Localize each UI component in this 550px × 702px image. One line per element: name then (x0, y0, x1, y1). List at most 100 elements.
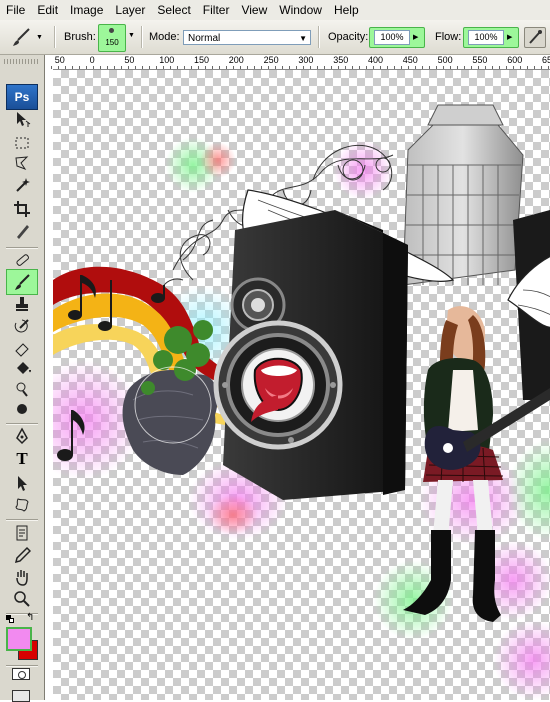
crop-icon (14, 201, 30, 217)
menu-view[interactable]: View (235, 0, 273, 20)
marquee-tool[interactable] (12, 134, 32, 152)
separator (141, 26, 143, 48)
opacity-slider-arrow-icon[interactable]: ▶ (413, 33, 418, 41)
mode-value: Normal (188, 33, 221, 44)
menu-filter[interactable]: Filter (197, 0, 236, 20)
eyedropper-tool[interactable] (12, 546, 32, 564)
slice-icon (17, 225, 29, 239)
notes-tool[interactable] (12, 524, 32, 542)
menu-image[interactable]: Image (64, 0, 109, 20)
separator (318, 26, 320, 48)
opacity-control[interactable]: 100% ▶ (369, 27, 425, 48)
type-tool[interactable]: T (12, 449, 32, 468)
foreground-color-swatch[interactable] (6, 627, 32, 651)
opacity-label: Opacity: (328, 31, 369, 43)
menu-help[interactable]: Help (328, 0, 365, 20)
document-canvas[interactable] (53, 70, 550, 700)
paint-bucket-icon (17, 362, 31, 374)
chevron-down-icon: ▼ (299, 34, 307, 43)
ruler-label: 600 (507, 55, 523, 65)
toolbox-divider (6, 247, 38, 249)
brush-size-picker[interactable]: 150 (98, 24, 126, 52)
menu-select[interactable]: Select (151, 0, 196, 20)
flow-slider-arrow-icon[interactable]: ▶ (507, 33, 512, 41)
brush-label: Brush: (64, 31, 96, 43)
ruler-label: 450 (402, 55, 418, 65)
ruler-label: 400 (368, 55, 384, 65)
custom-shape-tool[interactable] (12, 496, 32, 514)
history-brush-icon (14, 319, 29, 333)
mode-select[interactable]: Normal ▼ (183, 30, 311, 45)
flow-control[interactable]: 100% ▶ (463, 27, 519, 48)
toolbox-grip[interactable] (4, 59, 40, 64)
quick-mask-icon (18, 671, 26, 679)
lasso-tool[interactable] (12, 154, 32, 172)
screen-mode-button[interactable] (12, 690, 30, 702)
default-colors-icon[interactable] (6, 615, 14, 623)
path-selection-tool[interactable] (12, 474, 32, 492)
ruler-label: 150 (194, 55, 210, 65)
menu-layer[interactable]: Layer (109, 0, 151, 20)
ruler-horizontal[interactable]: 1005005010015020025030035040045050055060… (44, 55, 550, 70)
artwork (53, 104, 550, 700)
ruler-label: 650 (542, 55, 550, 65)
menu-edit[interactable]: Edit (31, 0, 64, 20)
crop-tool[interactable] (12, 200, 32, 218)
brush-picker-arrow-icon[interactable]: ▼ (128, 32, 135, 39)
standard-mode-button[interactable] (12, 668, 30, 680)
options-bar-grip[interactable] (2, 24, 6, 50)
menu-window[interactable]: Window (273, 0, 328, 20)
brush-icon (13, 28, 30, 46)
airbrush-toggle[interactable] (524, 27, 546, 48)
blur-icon (17, 404, 27, 414)
dodge-icon (16, 382, 28, 397)
pen-tool[interactable] (12, 427, 32, 445)
move-icon (17, 112, 31, 127)
tool-preset-picker[interactable]: ▼ (10, 24, 48, 50)
paint-bucket-tool[interactable] (12, 359, 32, 377)
notes-icon (16, 525, 28, 541)
brush-size-value: 150 (105, 38, 119, 47)
eraser-tool[interactable] (12, 339, 32, 357)
swap-colors-icon[interactable]: ↰ (26, 612, 34, 623)
opacity-input[interactable]: 100% (374, 30, 410, 45)
bandage-icon (16, 254, 29, 266)
path-selection-icon (18, 476, 27, 491)
ruler-label: 550 (472, 55, 488, 65)
history-brush-tool[interactable] (12, 317, 32, 335)
chevron-down-icon: ▼ (36, 33, 43, 41)
stamp-icon (16, 297, 28, 311)
brush-tool[interactable] (6, 269, 38, 295)
toolbox-divider (6, 423, 38, 425)
flow-label: Flow: (435, 31, 462, 43)
menu-bar: File Edit Image Layer Select Filter View… (0, 0, 550, 20)
ruler-label: 100 (159, 55, 175, 65)
ruler-label: 200 (228, 55, 244, 65)
ruler-label: 500 (437, 55, 453, 65)
magic-wand-tool[interactable] (12, 176, 32, 194)
menu-file[interactable]: File (0, 0, 31, 20)
eraser-icon (15, 343, 29, 357)
move-tool[interactable] (12, 110, 32, 128)
toolbox-divider (6, 519, 38, 521)
ruler-label: 300 (298, 55, 314, 65)
ruler-label: 50 (54, 55, 65, 65)
dodge-tool[interactable] (12, 380, 32, 398)
type-icon: T (16, 449, 28, 468)
blur-tool[interactable] (12, 400, 32, 418)
ruler-ticks (44, 66, 550, 69)
flow-input[interactable]: 100% (468, 30, 504, 45)
separator (54, 26, 56, 48)
hand-icon (16, 570, 28, 586)
brush-tip-icon (109, 28, 114, 33)
toolbox: Ps T ↰ (0, 55, 45, 702)
mode-label: Mode: (149, 31, 180, 43)
healing-brush-tool[interactable] (12, 251, 32, 269)
clone-stamp-tool[interactable] (12, 295, 32, 313)
eyedropper-icon (14, 546, 31, 564)
ruler-label: 0 (89, 55, 95, 65)
slice-tool[interactable] (12, 223, 32, 241)
photoshop-logo[interactable]: Ps (6, 84, 38, 110)
zoom-tool[interactable] (12, 590, 32, 608)
hand-tool[interactable] (12, 568, 32, 586)
